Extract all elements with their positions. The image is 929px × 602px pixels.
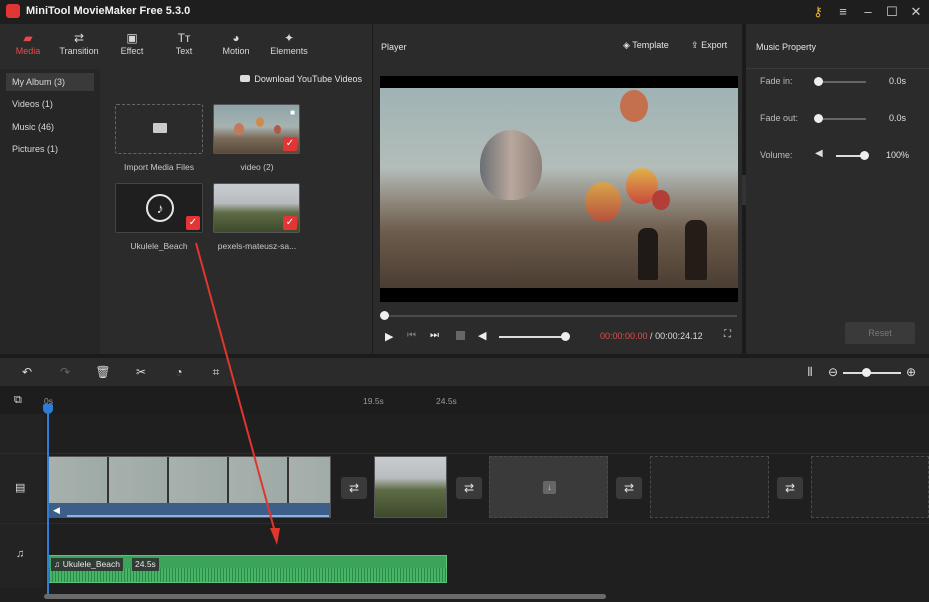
annotation-arrow <box>195 242 280 545</box>
